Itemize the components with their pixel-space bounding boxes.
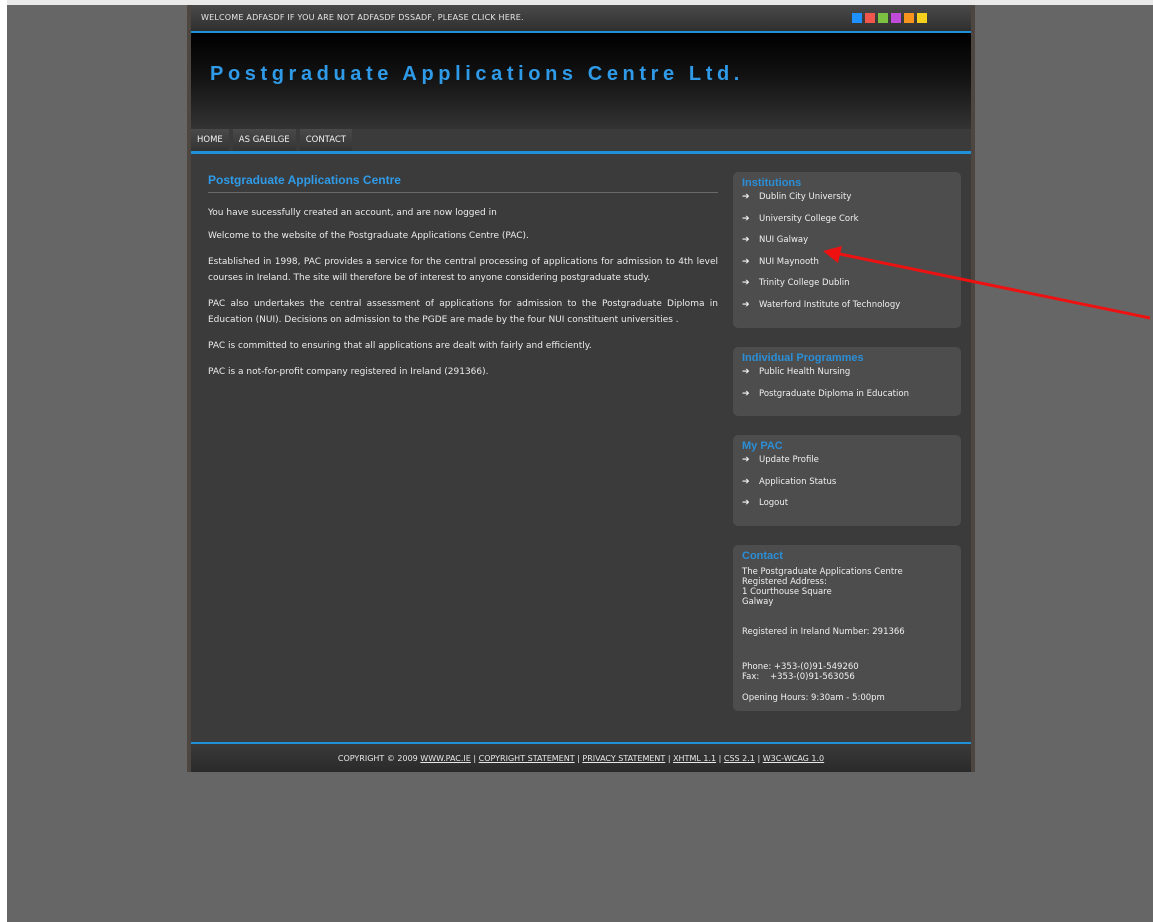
annotation-arrow-head [823, 246, 842, 263]
annotation-arrow [823, 246, 1151, 320]
annotation-arrow-line [834, 251, 1151, 320]
